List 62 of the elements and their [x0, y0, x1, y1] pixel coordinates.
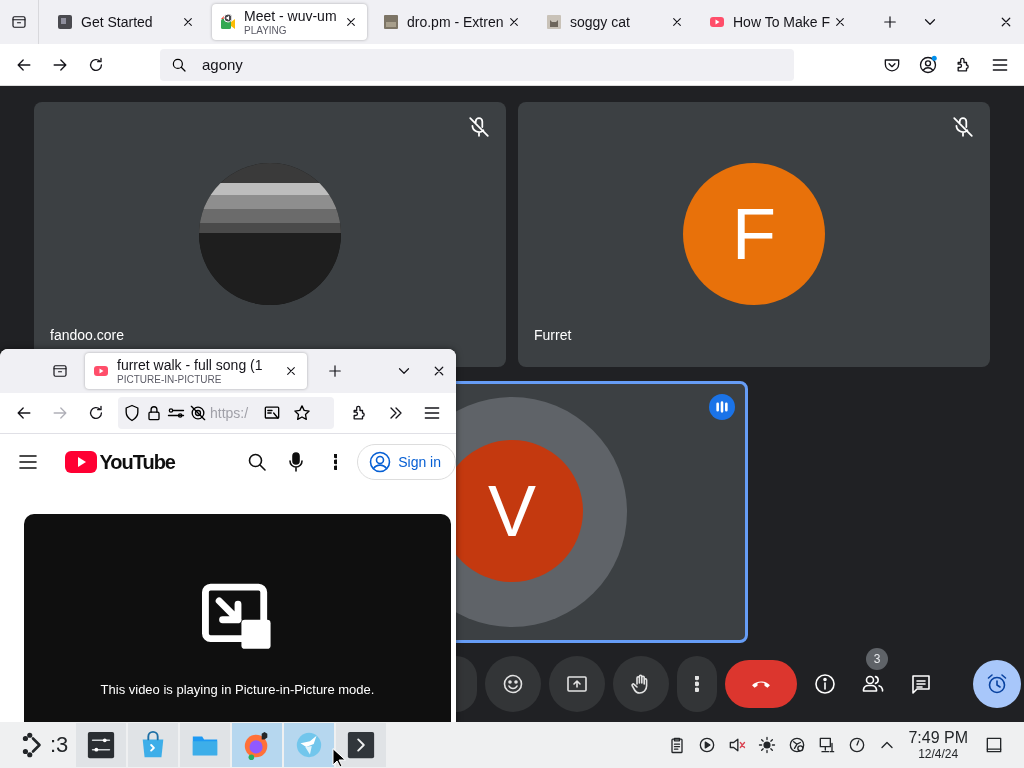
participant-name: fandoo.core — [50, 327, 124, 343]
plus-icon — [881, 13, 899, 31]
audio-level-icon — [709, 394, 735, 420]
tab-title: Meet - wuv-um — [244, 7, 338, 25]
tab[interactable]: Get Started — [49, 4, 204, 40]
show-desktop-icon[interactable] — [984, 735, 1004, 755]
tab-title: soggy cat — [570, 13, 631, 31]
tab[interactable]: Meet - wuv-um PLAYING — [212, 4, 367, 40]
more-icon — [695, 676, 699, 692]
youtube-icon — [93, 363, 110, 379]
clock[interactable]: 7:49 PM 12/4/24 — [908, 729, 968, 761]
avatar: F — [683, 162, 825, 305]
alarm-icon — [985, 672, 1009, 696]
taskbar-app[interactable] — [76, 723, 127, 767]
meet-icon — [220, 14, 236, 30]
account-icon — [368, 450, 393, 474]
sign-in-button[interactable]: Sign in — [357, 444, 456, 480]
more-icon — [333, 454, 338, 470]
emoji-icon — [501, 672, 525, 696]
launcher-label: :3 — [50, 732, 69, 758]
present-button[interactable] — [549, 656, 605, 712]
clock-time: 7:49 PM — [908, 729, 968, 747]
more-options-button[interactable] — [677, 656, 717, 712]
address-text: https:/ — [210, 405, 249, 421]
info-icon — [813, 672, 837, 696]
end-call-button[interactable] — [725, 660, 797, 708]
emoji-button[interactable] — [485, 656, 541, 712]
clock-date: 12/4/24 — [918, 747, 959, 761]
address-bar[interactable]: agony — [160, 48, 794, 81]
youtube-logo[interactable]: YouTube — [65, 450, 175, 474]
page-icon — [57, 14, 73, 30]
tab-title: furret walk - full song (1 — [117, 356, 264, 374]
star-icon[interactable] — [292, 403, 313, 423]
tracking-off-icon[interactable] — [188, 403, 208, 423]
tab[interactable]: dro.pm - Extren — [375, 4, 530, 40]
tab-title: dro.pm - Extren — [407, 13, 505, 31]
tab[interactable]: soggy cat — [538, 4, 693, 40]
tab[interactable]: furret walk - full song (1 PICTURE-IN-PICTURE — [85, 353, 308, 389]
cat-icon — [546, 14, 562, 30]
tab-title: How To Make F — [733, 13, 831, 31]
tab-list-icon — [50, 362, 69, 380]
tab-subtitle: PLAYING — [244, 24, 288, 37]
chat-icon — [909, 672, 933, 696]
mixer-icon — [86, 730, 117, 760]
alarm-button[interactable] — [973, 660, 1021, 708]
taskbar-app[interactable] — [336, 723, 387, 767]
account-icon — [918, 54, 938, 75]
tab-subtitle: PICTURE-IN-PICTURE — [117, 373, 223, 386]
tab-list-icon — [10, 13, 28, 31]
tab[interactable]: How To Make F — [701, 4, 856, 40]
tab-title: Get Started — [81, 13, 154, 31]
count-badge: 3 — [866, 648, 888, 670]
brightness-icon[interactable] — [757, 735, 778, 755]
youtube-icon — [709, 14, 725, 30]
participant-name: Furret — [534, 327, 572, 343]
raise-hand-button[interactable] — [613, 656, 669, 712]
cursor-icon — [332, 748, 346, 768]
terminal-icon — [346, 730, 377, 760]
image-icon — [383, 14, 399, 30]
video-message: This video is playing in Picture-in-Picture mode. — [100, 682, 375, 697]
address-text: agony — [202, 56, 243, 73]
phone-icon — [752, 679, 770, 689]
